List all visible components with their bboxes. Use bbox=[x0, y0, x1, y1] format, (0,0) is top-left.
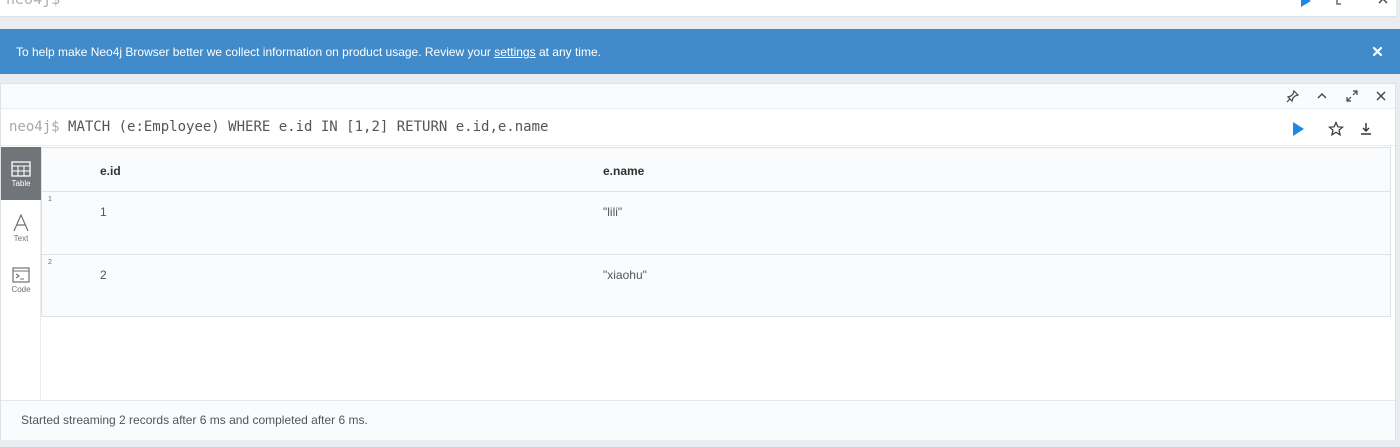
table-row: 1 1 "lili" bbox=[42, 191, 1390, 254]
status-text: Started streaming 2 records after 6 ms a… bbox=[21, 413, 368, 427]
close-icon[interactable] bbox=[1377, 0, 1389, 5]
query-text[interactable]: MATCH (e:Employee) WHERE e.id IN [1,2] R… bbox=[68, 119, 548, 135]
view-table[interactable]: Table bbox=[1, 147, 41, 200]
column-header: e.name bbox=[603, 164, 645, 178]
query-bar[interactable]: neo4j$ MATCH (e:Employee) WHERE e.id IN … bbox=[1, 108, 1395, 146]
table-cell: "xiaohu" bbox=[603, 268, 647, 282]
view-code[interactable]: Code bbox=[1, 253, 41, 306]
banner-message: To help make Neo4j Browser better we col… bbox=[16, 45, 601, 59]
neo4j-browser: neo4j$ To help make Neo4j Browser better… bbox=[0, 0, 1400, 447]
table-icon bbox=[11, 161, 31, 177]
result-frame: neo4j$ MATCH (e:Employee) WHERE e.id IN … bbox=[0, 83, 1396, 440]
banner-text-before: To help make Neo4j Browser better we col… bbox=[16, 45, 495, 59]
query-prompt: neo4j$ bbox=[9, 119, 60, 135]
download-icon[interactable] bbox=[1359, 121, 1373, 137]
expand-icon[interactable] bbox=[1336, 0, 1348, 5]
settings-link[interactable]: settings bbox=[494, 45, 535, 59]
star-icon[interactable] bbox=[1328, 121, 1344, 137]
top-editor[interactable]: neo4j$ bbox=[0, 0, 1396, 17]
chevron-up-icon[interactable] bbox=[1315, 89, 1329, 103]
view-text-label: Text bbox=[13, 234, 29, 243]
banner-text-after: at any time. bbox=[535, 45, 601, 59]
status-bar: Started streaming 2 records after 6 ms a… bbox=[1, 400, 1395, 440]
row-number: 1 bbox=[48, 196, 52, 203]
play-icon[interactable] bbox=[1290, 121, 1306, 137]
table-cell: "lili" bbox=[603, 205, 623, 219]
table-cell: 2 bbox=[100, 268, 107, 282]
frame-header bbox=[1, 84, 1395, 108]
table-cell: 1 bbox=[100, 205, 107, 219]
query-editor[interactable]: neo4j$ MATCH (e:Employee) WHERE e.id IN … bbox=[9, 119, 548, 135]
pin-icon[interactable] bbox=[1286, 89, 1300, 103]
close-icon[interactable] bbox=[1374, 89, 1388, 103]
close-icon[interactable] bbox=[1369, 43, 1386, 60]
result-table: e.id e.name 1 1 "lili" 2 2 "xiaohu" bbox=[41, 147, 1391, 317]
view-text[interactable]: Text bbox=[1, 200, 41, 253]
column-header: e.id bbox=[100, 164, 121, 178]
top-editor-prompt: neo4j$ bbox=[6, 0, 60, 8]
view-code-label: Code bbox=[11, 285, 31, 294]
table-row: 2 2 "xiaohu" bbox=[42, 254, 1390, 317]
text-icon bbox=[13, 214, 29, 232]
view-table-label: Table bbox=[11, 179, 31, 188]
usage-banner: To help make Neo4j Browser better we col… bbox=[0, 29, 1400, 74]
row-number: 2 bbox=[48, 259, 52, 266]
play-icon[interactable] bbox=[1299, 0, 1313, 8]
expand-icon[interactable] bbox=[1345, 89, 1359, 103]
code-icon bbox=[12, 267, 30, 283]
view-switcher: Table Text Code bbox=[1, 147, 41, 440]
